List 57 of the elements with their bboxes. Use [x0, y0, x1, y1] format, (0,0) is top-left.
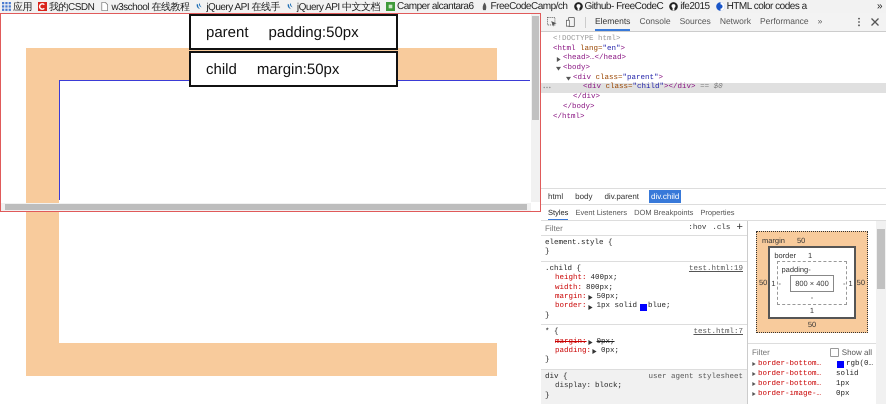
bookmark[interactable]: Github- FreeCodeC [574, 1, 664, 12]
expand-triangle-icon[interactable] [592, 349, 598, 354]
swirl-icon [286, 2, 295, 11]
github-icon [669, 2, 678, 11]
collapse-triangle-icon[interactable] [566, 76, 571, 82]
more-bookmarks-button[interactable]: » [876, 1, 882, 12]
bookmark[interactable]: 应用 [2, 0, 32, 14]
filter-field[interactable]: Filter [545, 224, 682, 232]
circle-icon [716, 2, 725, 11]
vertical-scrollbar[interactable] [876, 221, 886, 404]
add-rule-button[interactable]: + [736, 222, 743, 234]
checkbox[interactable] [830, 348, 839, 356]
breadcrumb[interactable]: div.parent [602, 190, 642, 203]
devtools-tab[interactable]: Console [639, 13, 671, 31]
bookmark[interactable]: ife2015 [669, 1, 710, 12]
page-icon [100, 2, 110, 11]
bookmark[interactable]: jQuery API 中文文档 [286, 0, 380, 14]
bookmark[interactable]: jQuery API 在线手 [195, 0, 280, 14]
vertical-scrollbar[interactable] [531, 14, 540, 202]
filter-field[interactable]: Filter [752, 348, 827, 356]
expand-triangle-icon[interactable] [556, 56, 561, 62]
apps-grid-icon [2, 2, 11, 11]
bookmark[interactable]: 我的CSDN [38, 0, 94, 14]
flame-icon [480, 2, 489, 11]
bookmark[interactable]: FreeCodeCamp/ch [480, 1, 568, 12]
expand-triangle-icon[interactable] [588, 295, 593, 300]
close-icon[interactable] [870, 17, 880, 27]
horizontal-scrollbar[interactable] [1, 203, 531, 211]
expand-triangle-icon[interactable] [588, 304, 593, 310]
square-logo-icon [386, 2, 395, 11]
devtools-tab[interactable]: Network [720, 13, 751, 31]
checkbox-label[interactable]: Show all [842, 348, 872, 356]
color-swatch[interactable] [640, 304, 648, 311]
c-logo-icon [38, 2, 47, 11]
ellipsis-icon [543, 86, 551, 90]
expand-triangle-icon[interactable] [752, 362, 756, 366]
breadcrumb[interactable]: body [573, 190, 594, 203]
menu-icon[interactable] [857, 17, 861, 27]
github-icon [574, 2, 582, 11]
breadcrumb[interactable]: html [546, 190, 566, 203]
expand-triangle-icon[interactable] [752, 382, 756, 386]
devtools-tab[interactable]: Performance [760, 13, 809, 31]
bookmark[interactable]: HTML color codes a [716, 1, 807, 12]
collapse-triangle-icon[interactable] [556, 66, 561, 72]
device-icon[interactable] [566, 17, 576, 27]
expand-triangle-icon[interactable] [752, 392, 756, 396]
inspect-icon[interactable] [547, 17, 557, 27]
annotation-label: parent padding:50px [189, 14, 398, 50]
devtools-tab[interactable]: Elements [595, 13, 630, 31]
annotation-label: child margin:50px [189, 51, 398, 87]
bookmark[interactable]: w3school 在线教程 [100, 0, 190, 14]
bookmark[interactable]: Camper alcantara6 [386, 1, 474, 12]
more-tabs-button[interactable]: » [818, 13, 822, 31]
expand-triangle-icon[interactable] [752, 372, 756, 376]
breadcrumb[interactable]: div.child [649, 190, 682, 203]
expand-triangle-icon[interactable] [588, 340, 593, 345]
devtools-tab[interactable]: Sources [680, 13, 711, 31]
